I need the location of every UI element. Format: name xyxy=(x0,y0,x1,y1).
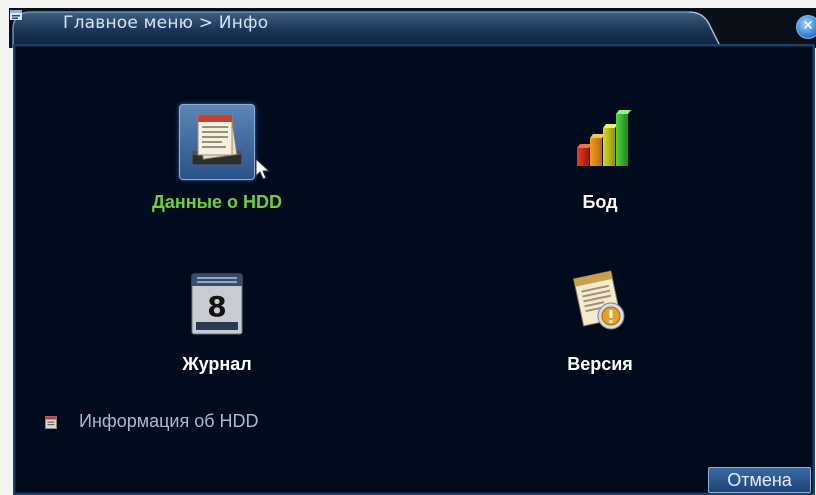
close-button[interactable]: ✕ xyxy=(796,15,816,39)
info-square-icon xyxy=(45,416,57,429)
menu-item-hdd-info[interactable]: Данные о HDD xyxy=(122,104,312,214)
calendar-day: 8 xyxy=(207,290,226,323)
menu-item-baud[interactable]: Бод xyxy=(505,104,695,214)
cancel-button[interactable]: Отмена xyxy=(708,467,811,493)
breadcrumb: Главное меню > Инфо xyxy=(63,13,269,33)
menu-window-icon xyxy=(10,10,22,20)
menu-item-label: Данные о HDD xyxy=(152,192,282,212)
main-panel: Данные о HDD Бод 8 Журнал Версия Информа… xyxy=(13,44,815,495)
menu-item-log[interactable]: 8 Журнал xyxy=(122,266,312,376)
selected-highlight xyxy=(179,104,255,180)
menu-item-version[interactable]: Версия xyxy=(505,266,695,376)
info-window: Главное меню > Инфо ✕ Данные о HDD Бод 8… xyxy=(9,8,816,495)
calendar-log-icon: 8 xyxy=(191,273,243,335)
icon-container xyxy=(563,266,637,340)
mouse-cursor-icon xyxy=(255,158,271,180)
menu-item-label: Журнал xyxy=(182,354,252,374)
menu-item-label: Бод xyxy=(582,192,618,212)
bar-chart-icon xyxy=(577,110,631,166)
hdd-document-icon xyxy=(191,114,243,166)
icon-container xyxy=(563,104,637,178)
title-bar: Главное меню > Инфо ✕ xyxy=(9,8,816,48)
version-document-icon xyxy=(573,270,625,330)
status-text: Информация об HDD xyxy=(79,411,259,431)
icon-container: 8 xyxy=(180,266,254,340)
menu-item-label: Версия xyxy=(567,354,633,374)
